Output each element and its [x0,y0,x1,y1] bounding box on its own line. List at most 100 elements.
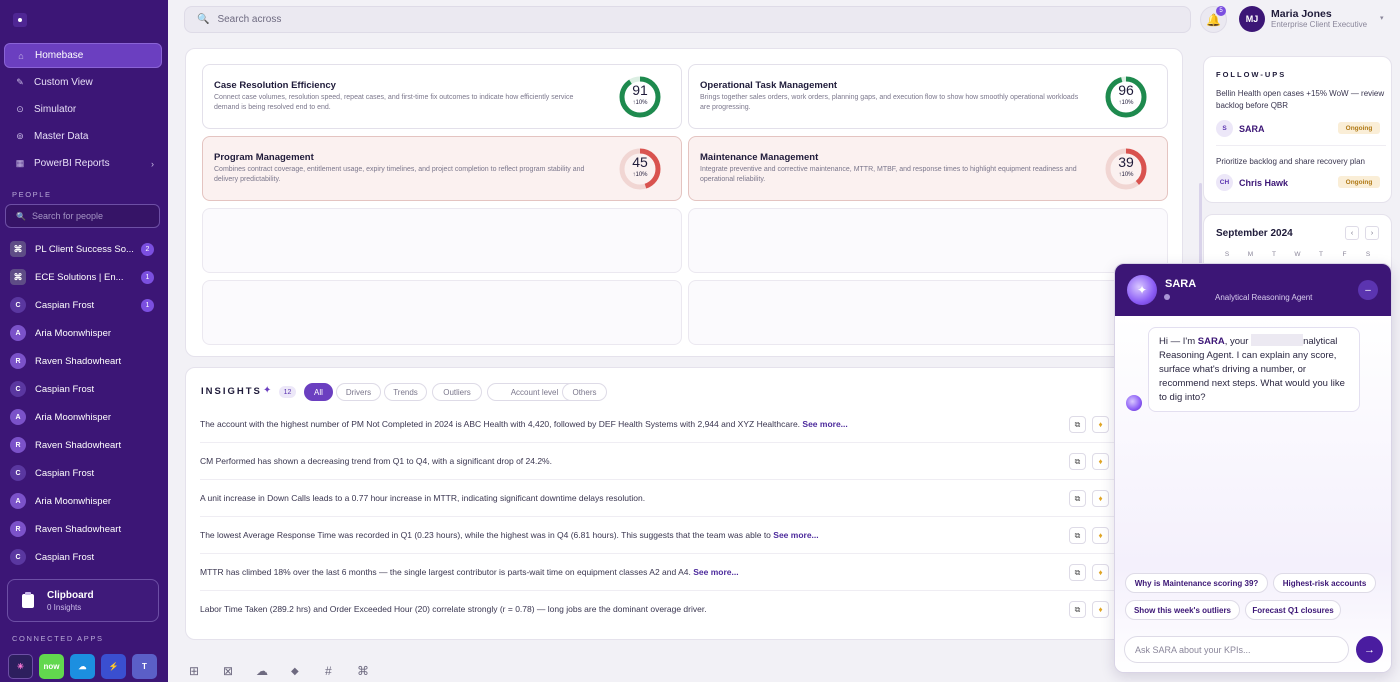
send-button[interactable]: → [1356,636,1383,663]
kpi-card[interactable]: Maintenance Management Integrate preventi… [688,136,1168,201]
boost-button[interactable]: ♦ [1092,490,1109,507]
kpi-description: Integrate preventive and corrective main… [700,166,1077,183]
nav-item-label: Custom View [34,77,93,88]
people-search-input[interactable]: 🔍 Search for people [5,204,160,228]
person-item[interactable]: R Raven Shadowheart [10,351,160,371]
minimize-button[interactable]: – [1358,280,1378,300]
kpi-card[interactable]: Operational Task Management Brings togeth… [688,64,1168,129]
insights-panel: INSIGHTS ✦ 12 All Drivers Trends Outliers Ac… [185,367,1183,640]
connected-app-icon[interactable]: T [132,654,157,679]
calendar-weekday: T [1272,251,1276,258]
filter-chip-outliers[interactable]: Outliers [432,383,482,401]
notification-count-badge: 5 [1216,6,1226,16]
kpi-card-placeholder [688,208,1168,273]
person-avatar: A [10,409,26,425]
see-more-link[interactable]: See more... [693,567,738,577]
see-more-link[interactable]: See more... [773,530,818,540]
copy-icon: ⧉ [1074,456,1081,466]
followup-text[interactable]: Prioritize backlog and share recovery pl… [1216,156,1388,168]
see-more-link[interactable]: See more... [802,419,847,429]
copy-button[interactable]: ⧉ [1069,564,1086,581]
suggestion-chip[interactable]: Why is Maintenance scoring 39? [1125,573,1268,593]
followup-status-badge: Ongoing [1338,122,1380,134]
user-menu-chevron-icon[interactable]: ▾ [1380,14,1384,22]
insight-text: The lowest Average Response Time was rec… [200,530,771,540]
nav-item-master-data[interactable]: ⊚ Master Data [4,124,162,149]
connected-app-icon[interactable]: ⚡ [101,654,126,679]
calendar-prev-button[interactable]: ‹ [1345,226,1359,240]
global-search-input[interactable]: 🔍 Search across [184,6,1191,33]
boost-button[interactable]: ♦ [1092,564,1109,581]
person-item[interactable]: R Raven Shadowheart [10,435,160,455]
chat-input[interactable]: Ask SARA about your KPIs... [1124,636,1349,663]
diamond-tool-icon[interactable]: ◆ [291,666,299,677]
person-item[interactable]: C Caspian Frost [10,547,160,567]
copy-button[interactable]: ⧉ [1069,416,1086,433]
filter-chip-drivers[interactable]: Drivers [336,383,381,401]
person-item[interactable]: A Aria Moonwhisper [10,491,160,511]
command-tool-icon[interactable]: ⌘ [357,664,369,678]
connected-app-icon[interactable]: now [39,654,64,679]
followup-owner-name[interactable]: Chris Hawk [1239,178,1288,188]
person-item[interactable]: C Caspian Frost [10,379,160,399]
sara-chat-window: ✦ SARA Analytical Reasoning Agent – Hi —… [1114,263,1392,673]
clipboard-card[interactable]: Clipboard 0 Insights [7,579,159,622]
person-item[interactable]: C Caspian Frost [10,463,160,483]
copy-button[interactable]: ⧉ [1069,490,1086,507]
person-item[interactable]: A Aria Moonwhisper [10,323,160,343]
person-avatar: C [10,381,26,397]
cloud-tool-icon[interactable]: ☁ [256,664,268,678]
redacted-text [1251,334,1304,346]
person-item[interactable]: ⌘ PL Client Success So... 2 [10,239,160,259]
table-tool-icon[interactable]: ⊠ [223,664,233,678]
boost-button[interactable]: ♦ [1092,453,1109,470]
person-item[interactable]: ⌘ ECE Solutions | En... 1 [10,267,160,287]
person-name: Aria Moonwhisper [35,411,112,423]
nav-item-powerbi-reports[interactable]: ▦ PowerBI Reports › [4,151,162,176]
copy-icon: ⧉ [1074,493,1081,503]
followup-owner-name[interactable]: SARA [1239,124,1265,134]
nav-item-custom-view[interactable]: ✎ Custom View [4,70,162,95]
app-logo[interactable] [13,13,27,27]
nav-item-simulator[interactable]: ⊙ Simulator [4,97,162,122]
sara-avatar-icon [1126,395,1142,411]
boost-button[interactable]: ♦ [1092,416,1109,433]
kpi-score: 91 [632,82,648,98]
suggestion-chip[interactable]: Show this week's outliers [1125,600,1240,620]
person-item[interactable]: C Caspian Frost 1 [10,295,160,315]
person-avatar: R [10,353,26,369]
copy-button[interactable]: ⧉ [1069,527,1086,544]
hash-tool-icon[interactable]: # [325,664,332,678]
filter-chip-trends[interactable]: Trends [384,383,427,401]
followup-text[interactable]: Bellin Health open cases +15% WoW — revi… [1216,88,1388,112]
suggestion-chip[interactable]: Highest-risk accounts [1273,573,1376,593]
nav-item-homebase[interactable]: ⌂ Homebase [4,43,162,68]
person-item[interactable]: A Aria Moonwhisper [10,407,160,427]
copy-button[interactable]: ⧉ [1069,601,1086,618]
boost-button[interactable]: ♦ [1092,601,1109,618]
kpi-card[interactable]: Program Management Combines contract cove… [202,136,682,201]
nav-item-label: Master Data [34,131,89,142]
person-name: Aria Moonwhisper [35,495,112,507]
boost-button[interactable]: ♦ [1092,527,1109,544]
calendar-next-button[interactable]: › [1365,226,1379,240]
person-item[interactable]: R Raven Shadowheart [10,519,160,539]
person-avatar: C [10,549,26,565]
user-avatar[interactable]: MJ [1239,6,1265,32]
filter-chip-all[interactable]: All [304,383,333,401]
divider [200,479,1170,480]
report-icon: ▦ [15,158,25,168]
suggestion-chip[interactable]: Forecast Q1 closures [1245,600,1341,620]
kpi-card[interactable]: Case Resolution Efficiency Connect case v… [202,64,682,129]
person-name: Raven Shadowheart [35,355,122,367]
unread-badge: 1 [141,270,154,284]
connected-app-icon[interactable]: ☁ [70,654,95,679]
filter-chip-others[interactable]: Others [562,383,607,401]
kpi-card-placeholder [202,208,682,273]
unread-badge: 1 [141,298,154,312]
connected-app-icon[interactable]: ✳ [8,654,33,679]
grid-tool-icon[interactable]: ⊞ [189,664,199,678]
copy-button[interactable]: ⧉ [1069,453,1086,470]
user-name[interactable]: Maria Jones [1271,8,1332,20]
connected-apps: ✳ now ☁ ⚡ T [8,654,157,679]
